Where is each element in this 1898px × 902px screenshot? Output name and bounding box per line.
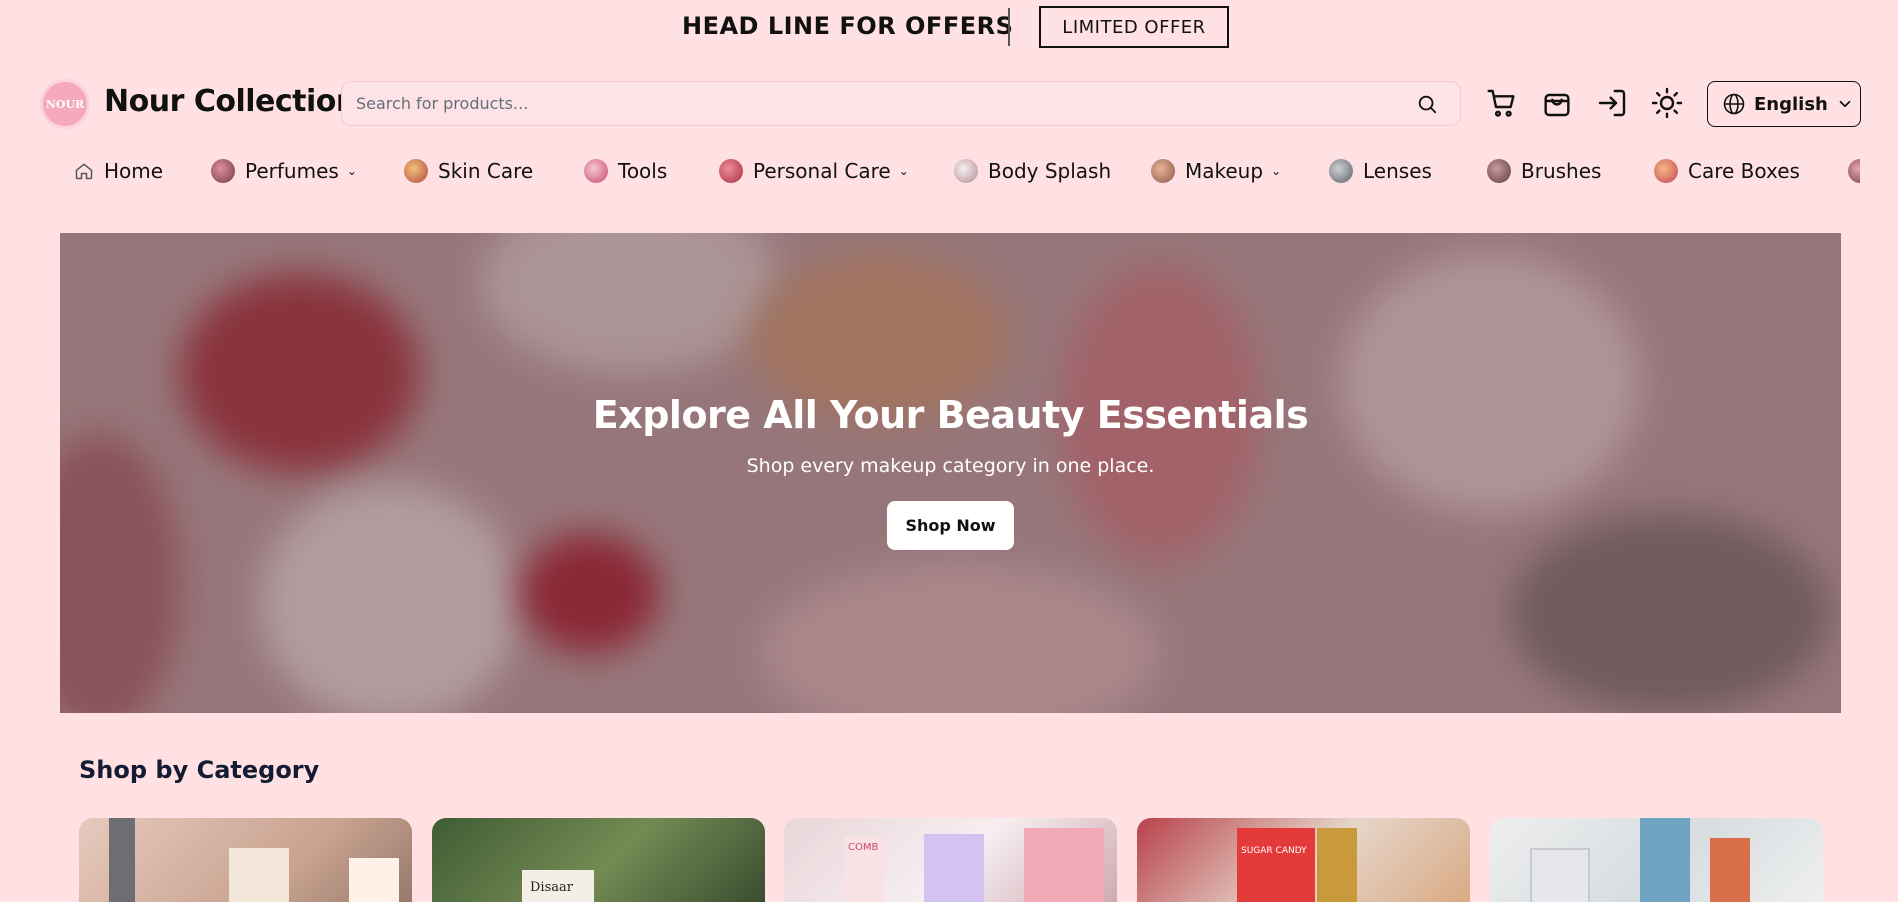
product-label: COMB — [844, 836, 884, 902]
nav-label: Makeup — [1185, 159, 1264, 183]
globe-icon — [1723, 93, 1745, 115]
lenses-thumbnail — [1329, 159, 1353, 183]
care-boxes-thumbnail — [1654, 159, 1678, 183]
chevron-down-icon: ⌄ — [346, 164, 357, 178]
language-label: English — [1754, 93, 1828, 115]
nav-label: Brushes — [1521, 159, 1602, 183]
nav-label: Perfumes — [245, 159, 339, 183]
makeup-thumbnail — [1151, 159, 1175, 183]
nav-item-tools[interactable]: Tools — [584, 150, 667, 192]
tools-thumbnail — [584, 159, 608, 183]
home-icon — [75, 163, 93, 180]
brushes-thumbnail — [1487, 159, 1511, 183]
nav-item-skin-care[interactable]: Skin Care — [404, 150, 533, 192]
offer-headline: HEAD LINE FOR OFFERS — [682, 12, 1014, 40]
nav-item-body-splash[interactable]: Body Splash — [954, 150, 1111, 192]
logo[interactable]: NOUR — [40, 79, 90, 129]
limited-offer-button[interactable]: LIMITED OFFER — [1039, 6, 1229, 48]
hero-subtitle: Shop every makeup category in one place. — [746, 455, 1155, 477]
category-card[interactable] — [79, 818, 412, 902]
nav-item-home[interactable]: Home — [74, 150, 163, 192]
nav-item-makeup[interactable]: Makeup ⌄ — [1151, 150, 1281, 192]
nav-item-personal-care[interactable]: Personal Care ⌄ — [719, 150, 909, 192]
category-card[interactable]: SUGAR CANDY — [1137, 818, 1470, 902]
brand-name[interactable]: Nour Collection — [104, 84, 357, 119]
nav-item-brushes[interactable]: Brushes — [1487, 150, 1601, 192]
body-splash-thumbnail — [954, 159, 978, 183]
nav-label: Lenses — [1363, 159, 1432, 183]
logo-text: NOUR — [45, 97, 85, 111]
perfumes-thumbnail — [211, 159, 235, 183]
nav-label: Body Splash — [988, 159, 1112, 183]
skin-care-thumbnail — [404, 159, 428, 183]
theme-toggle-sun-icon[interactable] — [1651, 87, 1683, 119]
chevron-down-icon: ⌄ — [898, 164, 909, 178]
category-card[interactable]: COMB — [784, 818, 1117, 902]
search-input[interactable] — [356, 82, 1396, 125]
chevron-down-icon: ⌄ — [1271, 164, 1282, 178]
search-icon[interactable] — [1416, 93, 1438, 115]
nav-item-more[interactable] — [1848, 150, 1860, 192]
more-thumbnail — [1848, 159, 1860, 183]
personal-care-thumbnail — [719, 159, 743, 183]
offer-bar: HEAD LINE FOR OFFERS LIMITED OFFER — [0, 0, 1898, 54]
product-label: SUGAR CANDY — [1237, 828, 1315, 902]
nav-label: Personal Care — [753, 159, 891, 183]
hero-banner: Explore All Your Beauty Essentials Shop … — [60, 233, 1841, 713]
nav-item-care-boxes[interactable]: Care Boxes — [1654, 150, 1800, 192]
nav-label: Skin Care — [438, 159, 534, 183]
category-nav: Home Perfumes ⌄ Skin Care Tools Personal… — [0, 150, 1860, 192]
nav-item-lenses[interactable]: Lenses — [1329, 150, 1432, 192]
nav-label: Home — [104, 159, 164, 183]
product-label: Disaar — [522, 870, 594, 902]
category-card[interactable] — [1490, 818, 1823, 902]
login-icon[interactable] — [1596, 87, 1628, 119]
search-bar — [341, 81, 1461, 126]
shop-now-button[interactable]: Shop Now — [887, 501, 1014, 550]
nav-label: Tools — [618, 159, 668, 183]
language-selector[interactable]: English — [1707, 81, 1861, 127]
nav-item-perfumes[interactable]: Perfumes ⌄ — [211, 150, 357, 192]
category-card[interactable]: Disaar — [432, 818, 765, 902]
section-title-shop-by-category: Shop by Category — [79, 756, 320, 784]
offer-divider — [1008, 8, 1010, 46]
shopping-bag-icon[interactable] — [1541, 87, 1573, 119]
hero-title: Explore All Your Beauty Essentials — [592, 393, 1309, 437]
chevron-down-icon — [1839, 100, 1851, 108]
nav-label: Care Boxes — [1688, 159, 1800, 183]
cart-icon[interactable] — [1486, 87, 1518, 119]
